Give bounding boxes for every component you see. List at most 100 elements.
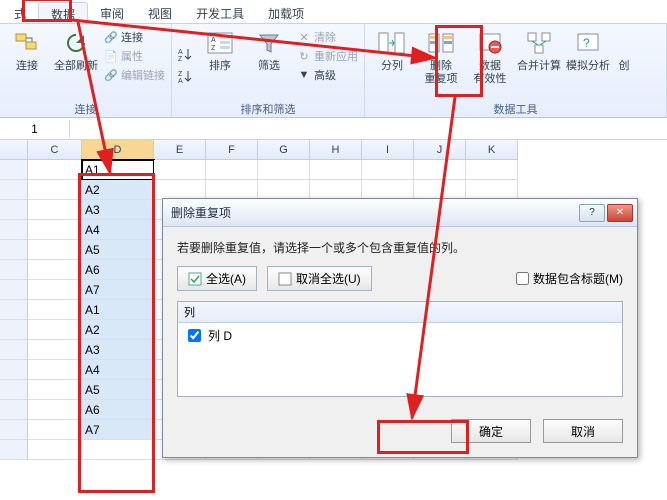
remove-duplicates-dialog: 删除重复项 ? ✕ 若要删除重复值，请选择一个或多个包含重复值的列。 全选(A)… xyxy=(162,198,638,458)
sort-desc-button[interactable]: ZA xyxy=(176,68,194,84)
tab-review[interactable]: 审阅 xyxy=(88,2,136,23)
data-validation-label: 数据有效性 xyxy=(474,60,507,86)
dialog-titlebar[interactable]: 删除重复项 ? ✕ xyxy=(163,199,637,227)
svg-text:A: A xyxy=(178,49,183,56)
grid-row[interactable]: A1 xyxy=(0,160,667,180)
formula-bar: 1 xyxy=(0,118,667,140)
headers-checkbox[interactable]: 数据包含标题(M) xyxy=(516,270,623,287)
properties-button[interactable]: 📄属性 xyxy=(102,47,167,65)
sort-desc-icon: ZA xyxy=(178,69,192,83)
grid-row[interactable]: A2 xyxy=(0,180,667,200)
sort-asc-button[interactable]: AZ xyxy=(176,46,194,62)
colhdr-C[interactable]: C xyxy=(28,140,82,160)
select-all-button[interactable]: 全选(A) xyxy=(177,266,257,291)
connections-manager-label: 连接 xyxy=(16,60,38,73)
sort-asc-icon: AZ xyxy=(178,47,192,61)
edit-links-icon: 🔗 xyxy=(104,68,118,82)
column-d-checkbox[interactable] xyxy=(188,329,201,342)
cell-d[interactable]: A7 xyxy=(82,420,154,440)
tab-formula-partial[interactable]: 式 xyxy=(2,2,38,23)
colhdr-D[interactable]: D xyxy=(82,140,154,160)
name-box[interactable]: 1 xyxy=(0,120,70,138)
svg-text:?: ? xyxy=(583,36,590,50)
funnel-icon xyxy=(254,28,284,58)
cell-d[interactable]: A6 xyxy=(82,400,154,420)
listbox-item-d[interactable]: 列 D xyxy=(178,323,622,348)
connections-manager-button[interactable]: 连接 xyxy=(4,26,50,101)
refresh-all-label: 全部刷新 xyxy=(54,60,98,73)
sort-label: 排序 xyxy=(209,60,231,73)
cell-d[interactable]: A6 xyxy=(82,260,154,280)
cell-d[interactable]: A4 xyxy=(82,220,154,240)
cell-d[interactable]: A1 xyxy=(82,160,154,180)
text-to-columns-label: 分列 xyxy=(381,60,403,73)
cell-d[interactable] xyxy=(82,440,154,460)
edit-links-button[interactable]: 🔗编辑链接 xyxy=(102,66,167,84)
colhdr-J[interactable]: J xyxy=(414,140,466,160)
filter-label: 筛选 xyxy=(258,60,280,73)
sort-button[interactable]: AZ 排序 xyxy=(197,26,243,101)
cell-d[interactable]: A2 xyxy=(82,320,154,340)
headers-checkbox-input[interactable] xyxy=(516,272,529,285)
filter-button[interactable]: 筛选 xyxy=(246,26,292,101)
connections-link-button[interactable]: 🔗连接 xyxy=(102,28,167,46)
svg-text:Z: Z xyxy=(211,45,216,52)
cell-d[interactable]: A4 xyxy=(82,360,154,380)
cell-d[interactable]: A5 xyxy=(82,240,154,260)
group-sortfilter-label: 排序和筛选 xyxy=(176,101,360,117)
tab-view[interactable]: 视图 xyxy=(136,2,184,23)
dialog-close-button[interactable]: ✕ xyxy=(607,204,633,222)
colhdr-F[interactable]: F xyxy=(206,140,258,160)
consolidate-label: 合并计算 xyxy=(517,60,561,73)
advanced-filter-button[interactable]: ▼高级 xyxy=(295,66,360,84)
ribbon-group-sortfilter: AZ ZA AZ 排序 筛选 ✕清除 ↻重新应用 ▼高级 排序和筛选 xyxy=(172,24,365,117)
reapply-button[interactable]: ↻重新应用 xyxy=(295,47,360,65)
cell-d[interactable]: A3 xyxy=(82,340,154,360)
advanced-icon: ▼ xyxy=(297,68,311,82)
ribbon-group-datatools: 分列 删除重复项 数据有效性 合并计算 ? 模拟分析 创 数 xyxy=(365,24,667,117)
remove-duplicates-label: 删除重复项 xyxy=(425,60,458,86)
ribbon-group-connections: 连接 全部刷新 🔗连接 📄属性 🔗编辑链接 连接 xyxy=(0,24,172,117)
connections-icon xyxy=(12,28,42,58)
consolidate-button[interactable]: 合并计算 xyxy=(516,26,562,101)
ok-button[interactable]: 确定 xyxy=(451,419,531,443)
cancel-button[interactable]: 取消 xyxy=(543,419,623,443)
text-to-columns-icon xyxy=(377,28,407,58)
colhdr-I[interactable]: I xyxy=(362,140,414,160)
refresh-all-button[interactable]: 全部刷新 xyxy=(53,26,99,101)
dialog-title-text: 删除重复项 xyxy=(171,204,231,221)
data-validation-button[interactable]: 数据有效性 xyxy=(467,26,513,101)
partial-button[interactable]: 创 xyxy=(614,26,634,101)
cell-d[interactable]: A5 xyxy=(82,380,154,400)
cell-d[interactable]: A1 xyxy=(82,300,154,320)
text-to-columns-button[interactable]: 分列 xyxy=(369,26,415,101)
colhdr-E[interactable]: E xyxy=(154,140,206,160)
partial-icon xyxy=(609,28,639,58)
select-all-corner[interactable] xyxy=(0,140,28,160)
colhdr-H[interactable]: H xyxy=(310,140,362,160)
svg-text:A: A xyxy=(211,37,216,44)
columns-listbox[interactable]: 列 列 D xyxy=(177,301,623,397)
listbox-header: 列 xyxy=(178,302,622,323)
clear-icon: ✕ xyxy=(297,30,311,44)
tab-developer[interactable]: 开发工具 xyxy=(184,2,256,23)
svg-text:Z: Z xyxy=(178,56,183,61)
colhdr-K[interactable]: K xyxy=(466,140,518,160)
data-validation-icon xyxy=(475,28,505,58)
colhdr-G[interactable]: G xyxy=(258,140,310,160)
whatif-label: 模拟分析 xyxy=(566,60,610,73)
cell-d[interactable]: A3 xyxy=(82,200,154,220)
clear-filter-button[interactable]: ✕清除 xyxy=(295,28,360,46)
tab-data[interactable]: 数据 xyxy=(38,2,88,23)
dialog-message: 若要删除重复值，请选择一个或多个包含重复值的列。 xyxy=(177,239,623,256)
select-all-icon xyxy=(188,272,202,286)
cell-d[interactable]: A2 xyxy=(82,180,154,200)
tab-addins[interactable]: 加载项 xyxy=(256,2,316,23)
unselect-all-button[interactable]: 取消全选(U) xyxy=(267,266,372,291)
reapply-icon: ↻ xyxy=(297,49,311,63)
remove-duplicates-button[interactable]: 删除重复项 xyxy=(418,26,464,101)
whatif-button[interactable]: ? 模拟分析 xyxy=(565,26,611,101)
ribbon-tabs: 式 数据 审阅 视图 开发工具 加载项 xyxy=(0,0,667,24)
dialog-help-button[interactable]: ? xyxy=(579,204,605,222)
cell-d[interactable]: A7 xyxy=(82,280,154,300)
